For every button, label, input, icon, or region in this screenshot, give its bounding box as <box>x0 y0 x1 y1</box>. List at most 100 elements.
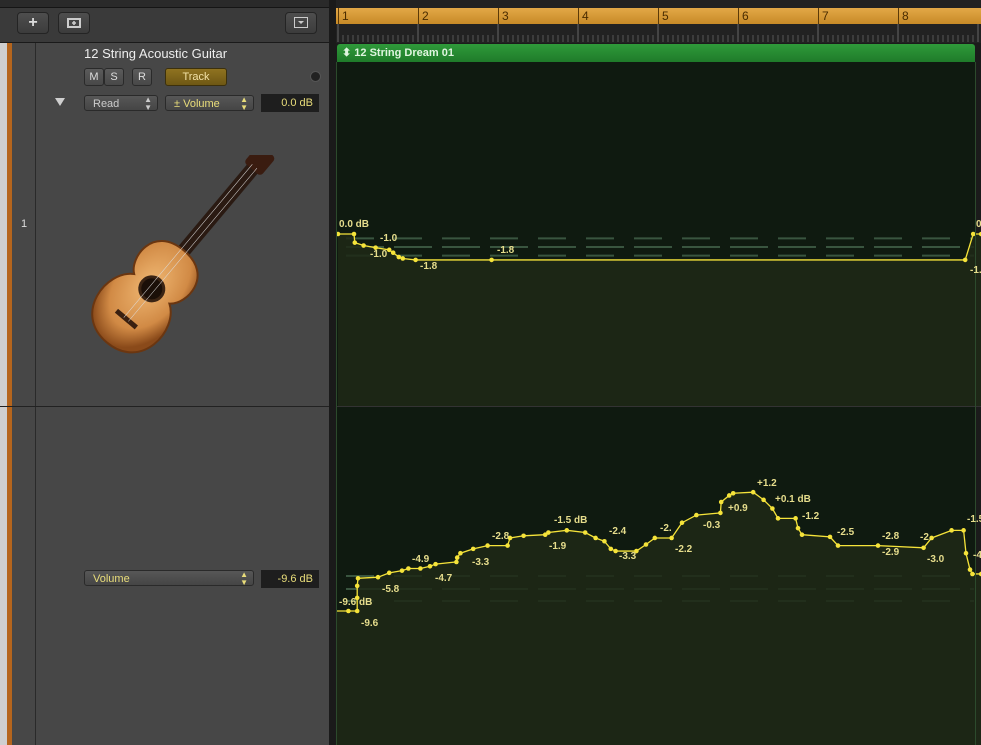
automation-value-label: -2.8 <box>882 531 900 542</box>
automation-value-label: -2.8 <box>492 531 510 542</box>
automation-value-label: 0.0 dB <box>339 219 370 230</box>
automation-value-label: -1.5 <box>967 514 981 525</box>
automation-point[interactable] <box>799 532 805 537</box>
automation-point[interactable] <box>418 566 423 571</box>
automation-point[interactable] <box>546 530 551 535</box>
automation-point[interactable] <box>775 516 781 521</box>
automation-point[interactable] <box>827 534 833 540</box>
updown-arrows-icon: ▲ ▼ <box>144 95 152 112</box>
track-options-button[interactable] <box>285 12 317 34</box>
automation-mode-value: Read <box>93 98 120 110</box>
automation-point[interactable] <box>970 231 976 237</box>
automation-point[interactable] <box>400 256 406 261</box>
automation-point[interactable] <box>454 555 460 560</box>
automation-point[interactable] <box>489 257 494 263</box>
mute-button[interactable]: M <box>84 68 104 86</box>
parameter-value-field[interactable]: 0.0 dB <box>261 94 319 112</box>
automation-point[interactable] <box>470 546 476 552</box>
automation-point[interactable] <box>406 566 411 571</box>
automation-point[interactable] <box>485 543 490 548</box>
automation-point[interactable] <box>386 247 392 253</box>
automation-point[interactable] <box>390 250 396 256</box>
automation-point[interactable] <box>726 493 732 498</box>
record-enable-button[interactable]: R <box>132 68 152 86</box>
automation-point[interactable] <box>669 535 674 541</box>
automation-point[interactable] <box>433 561 438 567</box>
automation-point[interactable] <box>454 559 459 565</box>
automation-point[interactable] <box>750 489 756 495</box>
automation-value-label: -2.5 <box>837 527 855 538</box>
automation-point[interactable] <box>346 608 351 614</box>
automation-point[interactable] <box>351 231 357 237</box>
automation-point[interactable] <box>970 571 975 577</box>
new-folder-button[interactable] <box>58 12 90 34</box>
bar-ruler[interactable]: 1 2 3 4 5 6 7 8 <box>336 0 981 43</box>
automation-point[interactable] <box>962 257 968 263</box>
solo-button[interactable]: S <box>104 68 124 86</box>
automation-point[interactable] <box>458 550 463 556</box>
automation-point[interactable] <box>793 516 798 521</box>
automation-point[interactable] <box>608 546 614 552</box>
automation-point[interactable] <box>921 545 926 551</box>
automation-point[interactable] <box>718 510 723 516</box>
automation-point[interactable] <box>835 543 841 548</box>
automation-point[interactable] <box>396 254 402 260</box>
acoustic-guitar-icon <box>91 155 275 354</box>
automation-point[interactable] <box>679 520 685 526</box>
automation-point[interactable] <box>967 567 973 572</box>
automation-area[interactable] <box>336 62 981 745</box>
automation-value-label: +0.1 dB <box>775 494 811 505</box>
disclosure-triangle-icon[interactable] <box>55 98 65 106</box>
bar-number: 3 <box>498 8 509 24</box>
plus-icon: + <box>28 14 38 31</box>
track-header[interactable] <box>0 43 331 745</box>
automation-point[interactable] <box>761 497 766 503</box>
automation-mode-select[interactable]: Read ▲ ▼ <box>84 95 158 112</box>
automation-point[interactable] <box>355 576 361 581</box>
automation-point[interactable] <box>352 240 358 245</box>
automation-point[interactable] <box>386 570 392 576</box>
add-track-button[interactable]: + <box>17 12 49 34</box>
automation-point[interactable] <box>652 535 658 541</box>
automation-point[interactable] <box>643 542 649 547</box>
automation-point[interactable] <box>795 525 801 531</box>
automation-point[interactable] <box>602 538 607 544</box>
automation-point[interactable] <box>875 543 881 548</box>
automation-point[interactable] <box>694 512 699 518</box>
bar-number: 7 <box>818 8 829 24</box>
automation-point[interactable] <box>961 528 966 533</box>
automation-value-label: -1. <box>970 265 981 276</box>
automation-value-label: +1.2 <box>757 478 777 489</box>
automation-point[interactable] <box>361 243 366 248</box>
automation-point[interactable] <box>718 499 724 505</box>
automation-point[interactable] <box>354 608 360 614</box>
automation-value-label: -3.0 <box>927 554 945 565</box>
automation-point[interactable] <box>613 548 618 554</box>
automation-point[interactable] <box>521 533 526 539</box>
automation-value-label: -1.9 <box>549 541 567 552</box>
automation-value-label: -3.3 <box>472 557 490 568</box>
automation-point[interactable] <box>963 550 969 556</box>
input-monitor-led[interactable] <box>310 71 321 82</box>
automation-point[interactable] <box>582 530 588 535</box>
lane2-parameter-select[interactable]: Volume ▲ ▼ <box>84 570 254 587</box>
automation-point[interactable] <box>354 583 360 589</box>
automation-point[interactable] <box>399 568 405 573</box>
region-header[interactable]: ⬍ 12 String Dream 01 <box>337 44 975 62</box>
bar-number: 6 <box>738 8 749 24</box>
lane2-value-field[interactable]: -9.6 dB <box>261 570 319 588</box>
automation-point[interactable] <box>413 257 418 263</box>
track-name[interactable]: 12 String Acoustic Guitar <box>84 46 227 61</box>
automation-point[interactable] <box>505 543 510 548</box>
automation-parameter-select[interactable]: ± Volume ▲ ▼ <box>165 95 254 112</box>
automation-point[interactable] <box>564 528 570 533</box>
track-automation-button[interactable]: Track <box>165 68 227 86</box>
track-color-bar <box>7 43 12 745</box>
automation-point[interactable] <box>770 506 775 511</box>
automation-point[interactable] <box>375 574 381 580</box>
automation-point[interactable] <box>949 528 954 533</box>
lane2-parameter-value: Volume <box>93 573 130 585</box>
automation-point[interactable] <box>730 490 736 496</box>
automation-value-label: -1.0 <box>380 233 398 244</box>
automation-point[interactable] <box>593 535 598 541</box>
